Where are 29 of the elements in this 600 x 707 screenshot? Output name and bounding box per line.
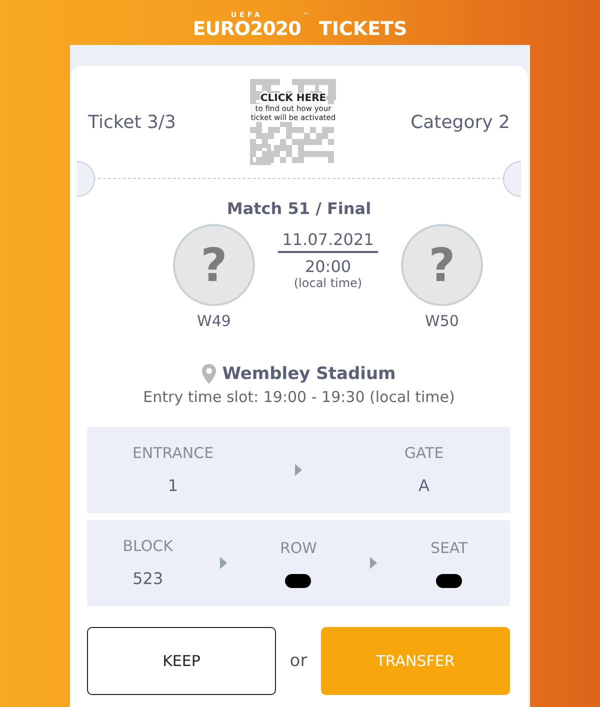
qr-link-title[interactable]: CLICK HERE xyxy=(260,93,326,104)
seat-info-value: A xyxy=(418,476,430,496)
seat-info-label: ROW xyxy=(280,538,318,556)
seat-info-label: GATE xyxy=(404,444,444,462)
seat-info-value: 523 xyxy=(132,569,164,589)
time-note: (local time) xyxy=(294,276,362,290)
location-pin-icon xyxy=(202,364,216,384)
seat-info-value: 1 xyxy=(168,476,178,496)
brand-logo-text: EURO2020 xyxy=(192,19,301,39)
ticket-number: Ticket 3/3 xyxy=(88,112,176,132)
entry-time-slot: Entry time slot: 19:00 - 19:30 (local time) xyxy=(70,388,528,406)
unknown-team-badge: ? xyxy=(173,224,255,306)
arrow-icon xyxy=(295,464,302,476)
team-name: W50 xyxy=(425,312,459,330)
seat-info-label: SEAT xyxy=(430,538,468,556)
ticket-category: Category 2 xyxy=(410,112,510,132)
keep-button[interactable]: KEEP xyxy=(87,627,276,695)
seat-info-label: ENTRANCE xyxy=(132,444,214,462)
arrow-icon xyxy=(370,557,378,569)
venue-name: Wembley Stadium xyxy=(222,364,396,384)
match-date: 11.07.2021 xyxy=(278,230,378,253)
unknown-team-badge: ? xyxy=(400,224,483,306)
team-name: W49 xyxy=(197,312,231,330)
match-title: Match 51 / Final xyxy=(226,199,372,218)
seat-info-label: BLOCK xyxy=(122,537,173,555)
arrow-icon xyxy=(220,557,227,569)
or-separator: or xyxy=(288,651,308,671)
match-time: 20:00 xyxy=(304,257,352,276)
header-title: TICKETS xyxy=(318,19,408,39)
